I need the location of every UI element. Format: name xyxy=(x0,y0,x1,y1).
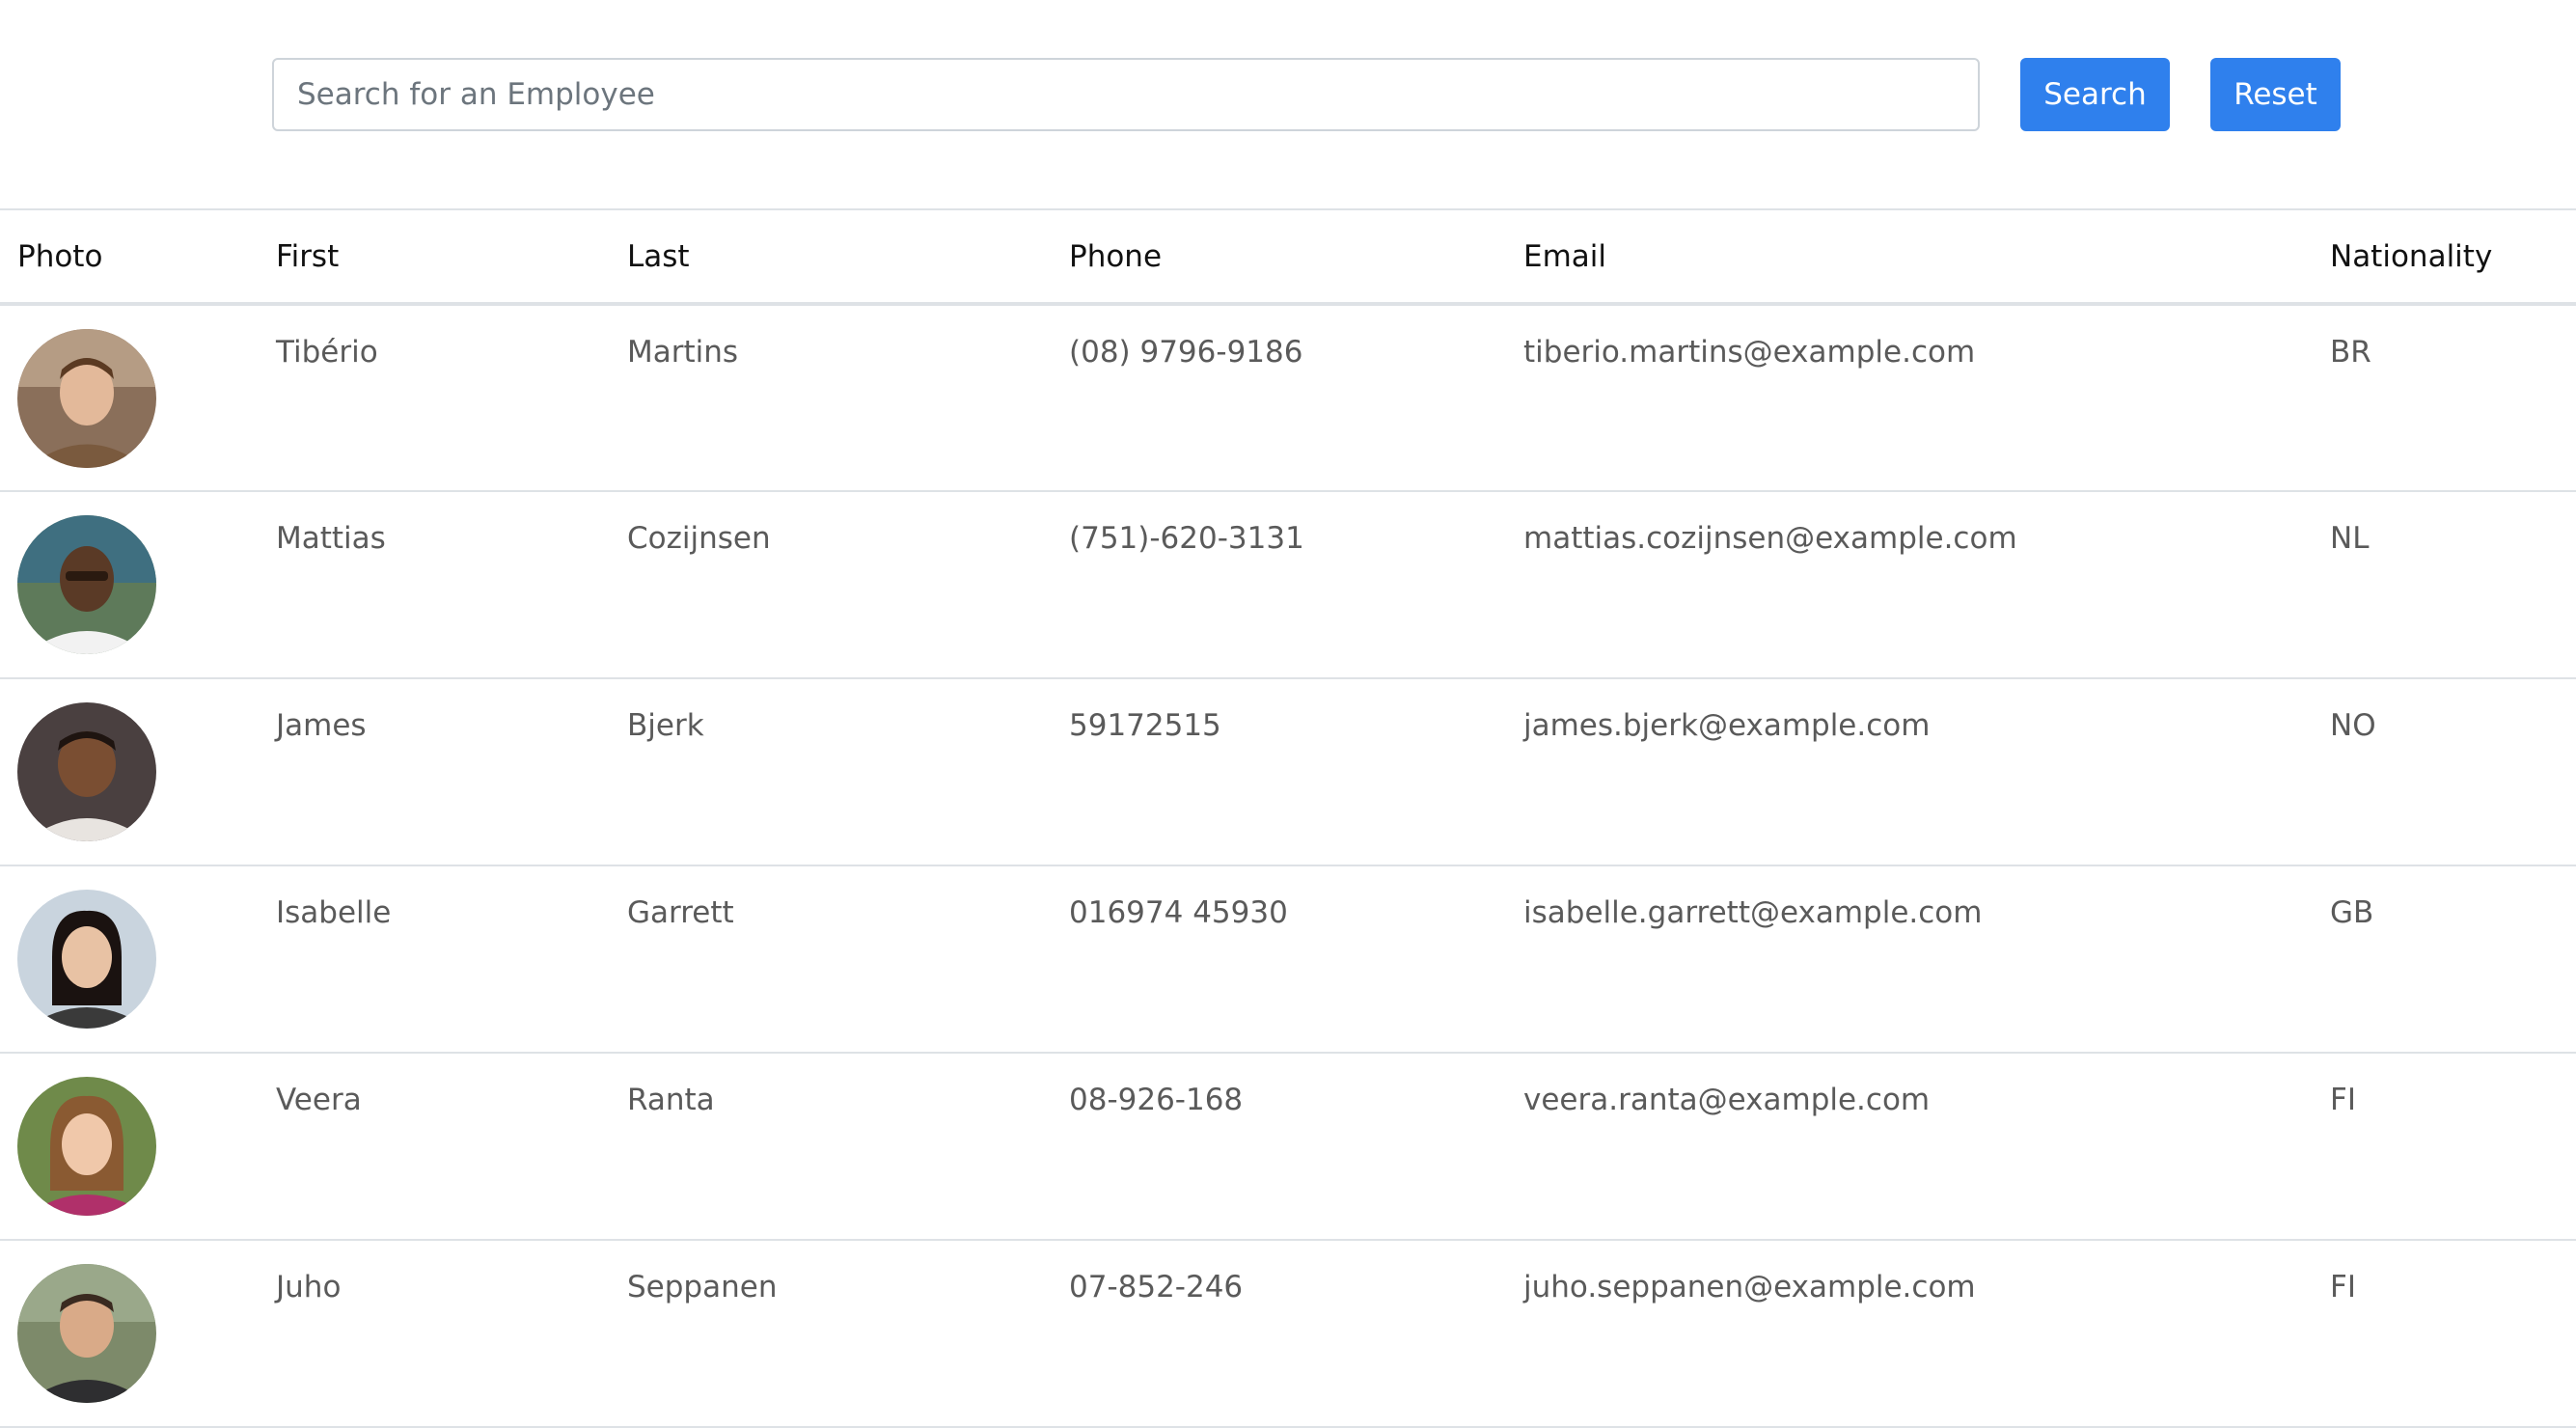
photo-cell xyxy=(0,678,259,865)
table-row: Juho Seppanen 07-852-246 juho.seppanen@e… xyxy=(0,1240,2576,1427)
email-cell: isabelle.garrett@example.com xyxy=(1523,895,1983,930)
nationality-cell: BR xyxy=(2330,335,2371,370)
search-bar: Search Reset xyxy=(272,58,2341,131)
table-header-row: Photo First Last Phone Email Nationality xyxy=(0,209,2576,304)
last-name-cell: Cozijnsen xyxy=(627,521,771,556)
email-cell: james.bjerk@example.com xyxy=(1523,708,1931,743)
phone-cell: 07-852-246 xyxy=(1069,1270,1244,1304)
table-row: Tibério Martins (08) 9796-9186 tiberio.m… xyxy=(0,304,2576,491)
column-header-email[interactable]: Email xyxy=(1506,209,2313,304)
phone-cell: (08) 9796-9186 xyxy=(1069,335,1303,370)
phone-cell: 08-926-168 xyxy=(1069,1083,1244,1117)
nationality-cell: NL xyxy=(2330,521,2370,556)
column-header-first[interactable]: First xyxy=(259,209,610,304)
first-name-cell: Veera xyxy=(276,1083,362,1117)
email-cell: mattias.cozijnsen@example.com xyxy=(1523,521,2017,556)
avatar xyxy=(17,702,156,841)
table-row: James Bjerk 59172515 james.bjerk@example… xyxy=(0,678,2576,865)
table-row: Veera Ranta 08-926-168 veera.ranta@examp… xyxy=(0,1053,2576,1240)
avatar xyxy=(17,1264,156,1403)
last-name-cell: Martins xyxy=(627,335,739,370)
first-name-cell: Mattias xyxy=(276,521,386,556)
reset-button[interactable]: Reset xyxy=(2210,58,2341,131)
avatar xyxy=(17,1077,156,1216)
phone-cell: 016974 45930 xyxy=(1069,895,1288,930)
nationality-cell: FI xyxy=(2330,1270,2356,1304)
avatar xyxy=(17,329,156,468)
avatar xyxy=(17,515,156,654)
employee-table: Photo First Last Phone Email Nationality xyxy=(0,208,2576,1428)
email-cell: veera.ranta@example.com xyxy=(1523,1083,1931,1117)
photo-cell xyxy=(0,1053,259,1240)
last-name-cell: Bjerk xyxy=(627,708,704,743)
avatar xyxy=(17,890,156,1029)
table-row: Isabelle Garrett 016974 45930 isabelle.g… xyxy=(0,865,2576,1053)
table-row: Mattias Cozijnsen (751)-620-3131 mattias… xyxy=(0,491,2576,678)
search-button[interactable]: Search xyxy=(2020,58,2170,131)
first-name-cell: James xyxy=(276,708,367,743)
last-name-cell: Seppanen xyxy=(627,1270,778,1304)
nationality-cell: NO xyxy=(2330,708,2376,743)
photo-cell xyxy=(0,491,259,678)
nationality-cell: GB xyxy=(2330,895,2374,930)
column-header-photo[interactable]: Photo xyxy=(0,209,259,304)
last-name-cell: Ranta xyxy=(627,1083,715,1117)
first-name-cell: Isabelle xyxy=(276,895,392,930)
last-name-cell: Garrett xyxy=(627,895,734,930)
nationality-cell: FI xyxy=(2330,1083,2356,1117)
phone-cell: (751)-620-3131 xyxy=(1069,521,1304,556)
photo-cell xyxy=(0,1240,259,1427)
first-name-cell: Tibério xyxy=(276,335,378,370)
search-input[interactable] xyxy=(272,58,1980,131)
column-header-phone[interactable]: Phone xyxy=(1052,209,1506,304)
photo-cell xyxy=(0,865,259,1053)
email-cell: juho.seppanen@example.com xyxy=(1523,1270,1976,1304)
column-header-nationality[interactable]: Nationality xyxy=(2313,209,2576,304)
email-cell: tiberio.martins@example.com xyxy=(1523,335,1976,370)
photo-cell xyxy=(0,304,259,491)
first-name-cell: Juho xyxy=(276,1270,342,1304)
column-header-last[interactable]: Last xyxy=(610,209,1052,304)
phone-cell: 59172515 xyxy=(1069,708,1221,743)
